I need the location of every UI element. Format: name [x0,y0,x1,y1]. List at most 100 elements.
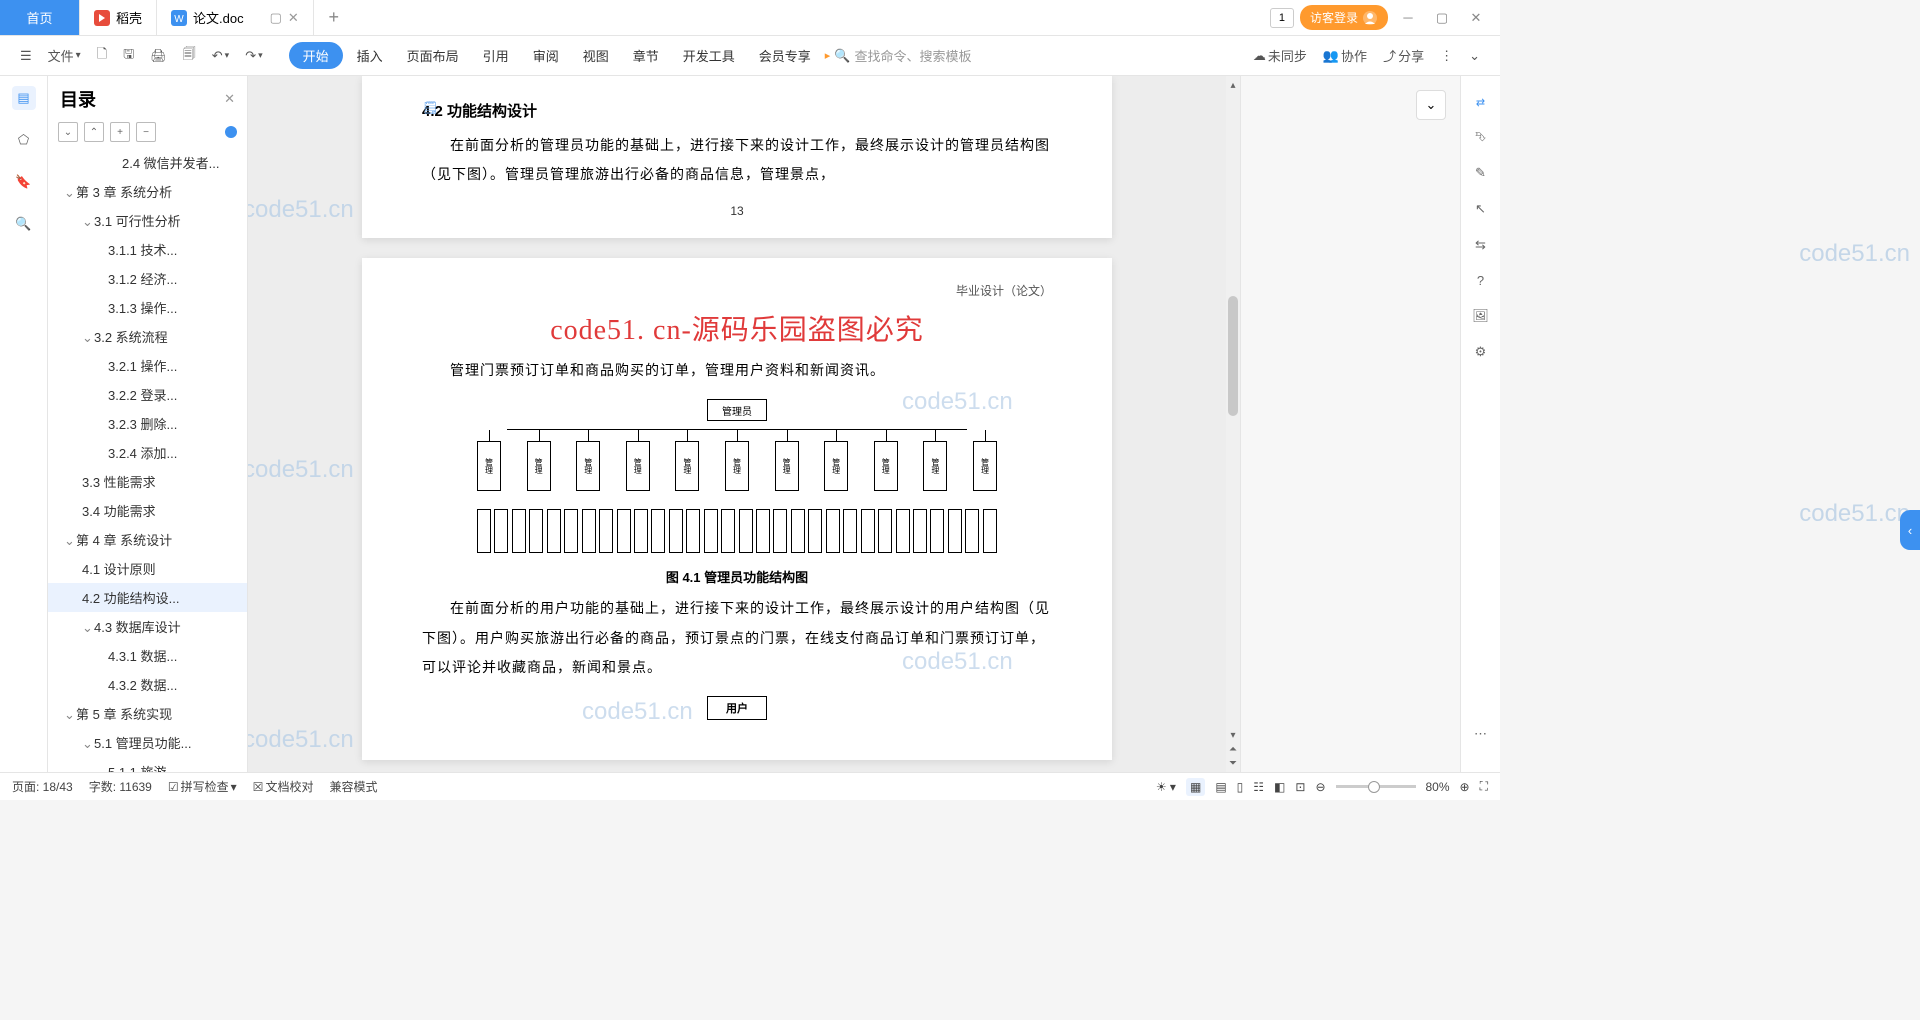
toc-item[interactable]: 3.1.1 技术... [48,235,247,264]
expand-panel-button[interactable]: ‹ [1900,510,1920,550]
tab-insert[interactable]: 插入 [347,42,393,69]
toc-item[interactable]: 4.3.2 数据... [48,670,247,699]
tab-start[interactable]: 开始 [289,42,343,69]
status-page[interactable]: 页面: 18/43 [12,778,73,795]
toc-item[interactable]: 5.1.1 旅游... [48,757,247,772]
toc-item[interactable]: 3.1.2 经济... [48,264,247,293]
tool-minus-icon[interactable]: − [136,122,156,142]
tool-rocket-icon[interactable]: ⮷ [1475,129,1485,145]
command-search[interactable]: 🔍 查找命令、搜索模板 [834,46,971,65]
tool-help-icon[interactable]: ? [1477,273,1484,288]
toc-item[interactable]: ⌄4.3 数据库设计 [48,612,247,641]
sync-button[interactable]: ☁ 未同步 [1247,42,1313,69]
zoom-out-icon[interactable]: ⊖ [1315,780,1325,794]
toc-item[interactable]: 2.4 微信并发者... [48,148,247,177]
tool-arrow-icon[interactable]: ⇄ [1476,96,1485,109]
document-viewport[interactable]: code51.cn code51.cn code51.cn 🗒 code51.c… [248,76,1226,772]
redo-icon[interactable]: ↷ ▾ [239,44,268,68]
toc-item[interactable]: 3.3 性能需求 [48,467,247,496]
toc-item[interactable]: 4.2 功能结构设... [48,583,247,612]
scroll-down-icon[interactable]: ▾ [1226,728,1240,742]
minimize-button[interactable]: ─ [1394,4,1422,32]
scroll-prevpage-icon[interactable]: ⏶ [1226,742,1240,756]
tab-home[interactable]: 首页 [0,0,80,35]
save-icon[interactable]: 🖫 [117,41,140,71]
tool-cursor-icon[interactable]: ↖ [1475,201,1486,217]
bookmark-icon[interactable]: 🔖 [12,170,36,194]
toc-item[interactable]: ⌄第 4 章 系统设计 [48,525,247,554]
zoom-level[interactable]: 80% [1426,780,1450,794]
tab-close-icon[interactable]: ✕ [288,10,299,26]
find-icon[interactable]: 🔍 [12,212,36,236]
tool-collapse-icon[interactable]: ⌄ [58,122,78,142]
tab-reference[interactable]: 引用 [473,42,519,69]
more-icon[interactable]: ⋮ [1434,44,1459,68]
view-read-icon[interactable]: ▯ [1237,780,1244,794]
new-icon[interactable]: 🗋 [91,41,113,71]
toc-item[interactable]: ⌄3.2 系统流程 [48,322,247,351]
new-tab-button[interactable]: + [314,7,354,28]
toc-item[interactable]: ⌄第 5 章 系统实现 [48,699,247,728]
tab-devtools[interactable]: 开发工具 [673,42,745,69]
toc-item[interactable]: ⌄5.1 管理员功能... [48,728,247,757]
maximize-button[interactable]: ▢ [1428,4,1456,32]
scroll-nextpage-icon[interactable]: ⏷ [1226,756,1240,770]
tab-daoke[interactable]: 稻壳 [80,0,157,35]
toc-item[interactable]: 4.3.1 数据... [48,641,247,670]
outline-icon[interactable]: ▤ [12,86,36,110]
view-web-icon[interactable]: ☷ [1253,780,1264,794]
toc-item[interactable]: 3.2.1 操作... [48,351,247,380]
toc-item[interactable]: 3.1.3 操作... [48,293,247,322]
view-focus-icon[interactable]: ◧ [1274,780,1285,794]
shape-icon[interactable]: ⬠ [12,128,36,152]
brightness-icon[interactable]: ☀ ▾ [1156,780,1176,794]
page-ai-icon[interactable]: 🗒 [422,100,439,116]
proofread-button[interactable]: ☒ 文档校对 [253,778,314,795]
tab-member[interactable]: 会员专享 [749,42,821,69]
undo-icon[interactable]: ↶ ▾ [206,44,235,68]
toc-item[interactable]: 3.2.2 登录... [48,380,247,409]
tab-view[interactable]: 视图 [573,42,619,69]
compat-mode[interactable]: 兼容模式 [329,778,377,795]
preview-icon[interactable]: 🗐 [177,41,202,71]
toc-close-icon[interactable]: ✕ [224,91,235,107]
tab-dual-icon[interactable]: ▢ [270,10,282,26]
panel-collapse-icon[interactable]: ⌄ [1416,90,1446,120]
tab-section[interactable]: 章节 [623,42,669,69]
more-arrow-icon[interactable]: ▸ [825,49,831,62]
tab-document[interactable]: W 论文.doc ▢ ✕ [157,0,314,35]
close-button[interactable]: ✕ [1462,4,1490,32]
tab-review[interactable]: 审阅 [523,42,569,69]
toc-item[interactable]: 4.1 设计原则 [48,554,247,583]
toc-item[interactable]: 3.4 功能需求 [48,496,247,525]
tool-expand-icon[interactable]: ⌃ [84,122,104,142]
scroll-up-icon[interactable]: ▴ [1226,78,1240,92]
toc-item[interactable]: ⌄3.1 可行性分析 [48,206,247,235]
collab-button[interactable]: 👥 协作 [1317,42,1373,69]
tool-plus-icon[interactable]: + [110,122,130,142]
file-menu[interactable]: 文件 ▾ [42,42,87,69]
toc-item[interactable]: 3.2.3 删除... [48,409,247,438]
share-button[interactable]: ⤴ 分享 [1377,42,1430,69]
guest-login-button[interactable]: 访客登录 [1300,5,1388,30]
status-words[interactable]: 字数: 11639 [89,778,152,795]
vscrollbar[interactable]: ▴ ▾ ⏶ ⏷ [1226,76,1240,772]
tool-image-icon[interactable]: 🖼 [1472,308,1489,324]
tool-sync-icon[interactable] [225,126,237,138]
toc-list[interactable]: 2.4 微信并发者...⌄第 3 章 系统分析⌄3.1 可行性分析3.1.1 技… [48,148,247,772]
tab-layout[interactable]: 页面布局 [397,42,469,69]
notification-badge[interactable]: 1 [1270,8,1294,28]
zoom-in-icon[interactable]: ⊕ [1460,780,1470,794]
view-page-icon[interactable]: ▦ [1186,778,1205,796]
zoom-fit-icon[interactable]: ⊡ [1295,780,1305,794]
toc-item[interactable]: 3.2.4 添加... [48,438,247,467]
tool-settings-icon[interactable]: ⇆ [1475,237,1486,253]
tool-pen-icon[interactable]: ✎ [1475,165,1486,181]
tool-more-icon[interactable]: ⋯ [1474,726,1487,742]
fullscreen-icon[interactable]: ⛶ [1480,779,1488,794]
view-outline-icon[interactable]: ▤ [1215,780,1226,794]
tool-gear-icon[interactable]: ⚙ [1475,344,1487,360]
spellcheck-button[interactable]: ☑ 拼写检查 ▾ [168,778,237,795]
scroll-thumb[interactable] [1228,296,1238,416]
zoom-slider[interactable] [1336,785,1416,788]
